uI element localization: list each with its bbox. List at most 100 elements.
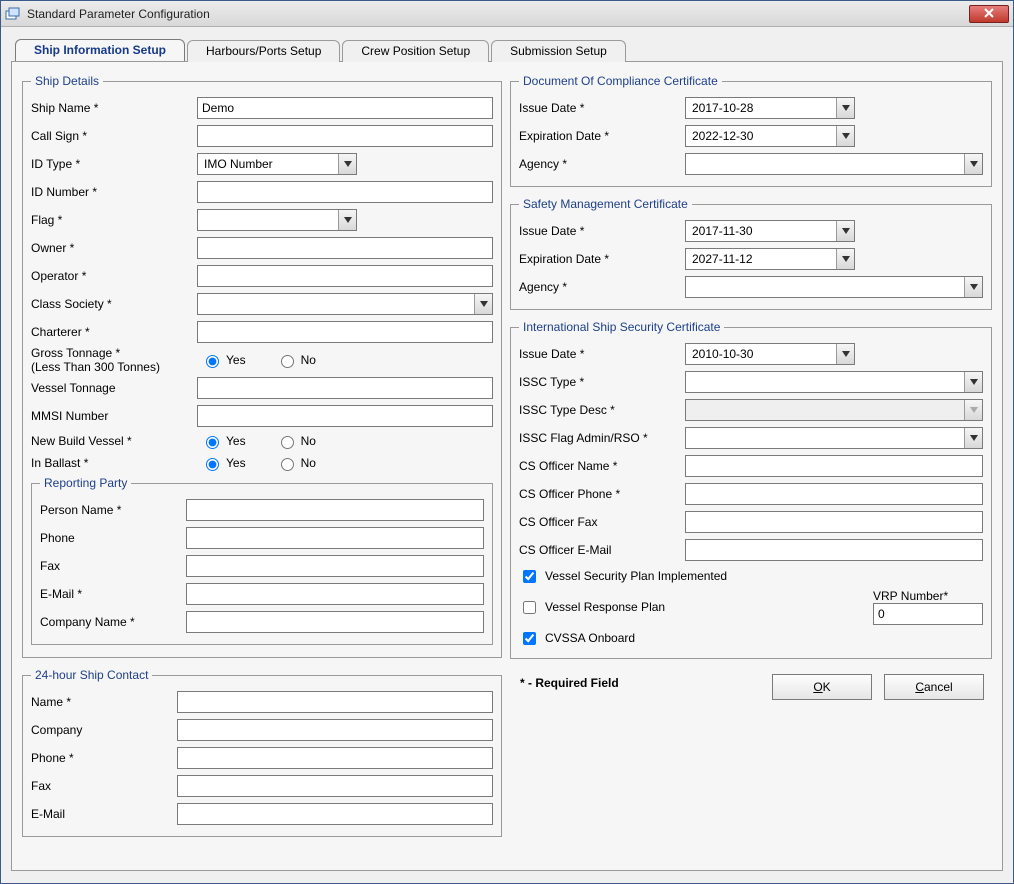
- group-legend: Safety Management Certificate: [519, 197, 692, 211]
- chevron-down-icon: [836, 221, 854, 241]
- doc-exp-combo[interactable]: 2022-12-30: [685, 125, 855, 147]
- ok-button[interactable]: OK: [772, 674, 872, 700]
- sc-email-field[interactable]: [177, 803, 493, 825]
- cs-email-field[interactable]: [685, 539, 983, 561]
- chevron-down-icon: [964, 372, 982, 392]
- tab-submission[interactable]: Submission Setup: [491, 40, 626, 62]
- group-legend: Reporting Party: [40, 476, 131, 490]
- tab-label: Harbours/Ports Setup: [206, 44, 321, 58]
- label-in-ballast: In Ballast *: [31, 456, 191, 470]
- owner-field[interactable]: [197, 237, 493, 259]
- gross-tonnage-no[interactable]: No: [276, 352, 316, 368]
- group-legend: Document Of Compliance Certificate: [519, 74, 722, 88]
- sc-name-field[interactable]: [177, 691, 493, 713]
- cancel-button[interactable]: Cancel: [884, 674, 984, 700]
- label-doc-agency: Agency *: [519, 157, 679, 171]
- class-society-combo[interactable]: [197, 293, 493, 315]
- radio-input[interactable]: [281, 458, 294, 471]
- label-vessel-tonnage: Vessel Tonnage: [31, 381, 191, 395]
- charterer-field[interactable]: [197, 321, 493, 343]
- new-build-yes[interactable]: Yes: [201, 433, 246, 449]
- operator-field[interactable]: [197, 265, 493, 287]
- id-number-field[interactable]: [197, 181, 493, 203]
- in-ballast-yes[interactable]: Yes: [201, 455, 246, 471]
- smc-exp-combo[interactable]: 2027-11-12: [685, 248, 855, 270]
- flag-combo[interactable]: [197, 209, 357, 231]
- window-title: Standard Parameter Configuration: [27, 7, 969, 21]
- radio-label: No: [301, 456, 316, 470]
- label-operator: Operator *: [31, 269, 191, 283]
- smc-agency-combo[interactable]: [685, 276, 983, 298]
- label-charterer: Charterer *: [31, 325, 191, 339]
- cs-phone-field[interactable]: [685, 483, 983, 505]
- issc-flag-admin-combo[interactable]: [685, 427, 983, 449]
- radio-label: No: [301, 353, 316, 367]
- tab-ship-information[interactable]: Ship Information Setup: [15, 39, 185, 61]
- group-legend: International Ship Security Certificate: [519, 320, 724, 334]
- doc-issue-combo[interactable]: 2017-10-28: [685, 97, 855, 119]
- issc-type-desc-combo[interactable]: [685, 399, 983, 421]
- mmsi-field[interactable]: [197, 405, 493, 427]
- label-smc-agency: Agency *: [519, 280, 679, 294]
- group-smc-cert: Safety Management Certificate Issue Date…: [510, 197, 992, 310]
- checkbox-input[interactable]: [523, 570, 536, 583]
- radio-input[interactable]: [206, 355, 219, 368]
- app-icon: [5, 6, 21, 22]
- radio-input[interactable]: [281, 436, 294, 449]
- in-ballast-no[interactable]: No: [276, 455, 316, 471]
- tab-harbours-ports[interactable]: Harbours/Ports Setup: [187, 40, 340, 62]
- tab-label: Ship Information Setup: [34, 43, 166, 57]
- cs-name-field[interactable]: [685, 455, 983, 477]
- ship-name-field[interactable]: [197, 97, 493, 119]
- checkbox-input[interactable]: [523, 632, 536, 645]
- sc-phone-field[interactable]: [177, 747, 493, 769]
- smc-issue-combo[interactable]: 2017-11-30: [685, 220, 855, 242]
- chevron-down-icon: [338, 154, 356, 174]
- radio-label: No: [301, 434, 316, 448]
- gross-tonnage-yes[interactable]: Yes: [201, 352, 246, 368]
- vrp-checkbox[interactable]: Vessel Response Plan: [519, 598, 853, 617]
- chevron-down-icon: [836, 249, 854, 269]
- chevron-down-icon: [474, 294, 492, 314]
- required-note: * - Required Field: [520, 676, 619, 690]
- radio-input[interactable]: [206, 436, 219, 449]
- close-button[interactable]: [969, 5, 1009, 23]
- tab-label: Submission Setup: [510, 44, 607, 58]
- rp-person-name-field[interactable]: [186, 499, 484, 521]
- client-area: Ship Information Setup Harbours/Ports Se…: [1, 27, 1013, 883]
- tab-crew-position[interactable]: Crew Position Setup: [342, 40, 489, 62]
- radio-input[interactable]: [206, 458, 219, 471]
- chevron-down-icon: [338, 210, 356, 230]
- combo-value: 2017-10-28: [690, 101, 753, 115]
- call-sign-field[interactable]: [197, 125, 493, 147]
- doc-agency-combo[interactable]: [685, 153, 983, 175]
- footer-buttons: OK Cancel: [772, 674, 984, 700]
- vrp-number-field[interactable]: [873, 603, 983, 625]
- sc-fax-field[interactable]: [177, 775, 493, 797]
- rp-fax-field[interactable]: [186, 555, 484, 577]
- label-smc-issue: Issue Date *: [519, 224, 679, 238]
- label-sc-phone: Phone *: [31, 751, 171, 765]
- label-sc-fax: Fax: [31, 779, 171, 793]
- vspi-checkbox[interactable]: Vessel Security Plan Implemented: [519, 567, 727, 586]
- new-build-no[interactable]: No: [276, 433, 316, 449]
- tab-label: Crew Position Setup: [361, 44, 470, 58]
- rp-phone-field[interactable]: [186, 527, 484, 549]
- vessel-tonnage-field[interactable]: [197, 377, 493, 399]
- cvssa-checkbox[interactable]: CVSSA Onboard: [519, 629, 635, 648]
- label-vrp-number: VRP Number*: [873, 589, 948, 603]
- rp-company-field[interactable]: [186, 611, 484, 633]
- label-issc-issue: Issue Date *: [519, 347, 679, 361]
- issc-type-combo[interactable]: [685, 371, 983, 393]
- cs-fax-field[interactable]: [685, 511, 983, 533]
- label-sc-company: Company: [31, 723, 171, 737]
- label-doc-issue: Issue Date *: [519, 101, 679, 115]
- id-type-combo[interactable]: IMO Number: [197, 153, 357, 175]
- label-person-name: Person Name *: [40, 503, 180, 517]
- sc-company-field[interactable]: [177, 719, 493, 741]
- checkbox-input[interactable]: [523, 601, 536, 614]
- issc-issue-combo[interactable]: 2010-10-30: [685, 343, 855, 365]
- label-phone: Phone: [40, 531, 180, 545]
- radio-input[interactable]: [281, 355, 294, 368]
- rp-email-field[interactable]: [186, 583, 484, 605]
